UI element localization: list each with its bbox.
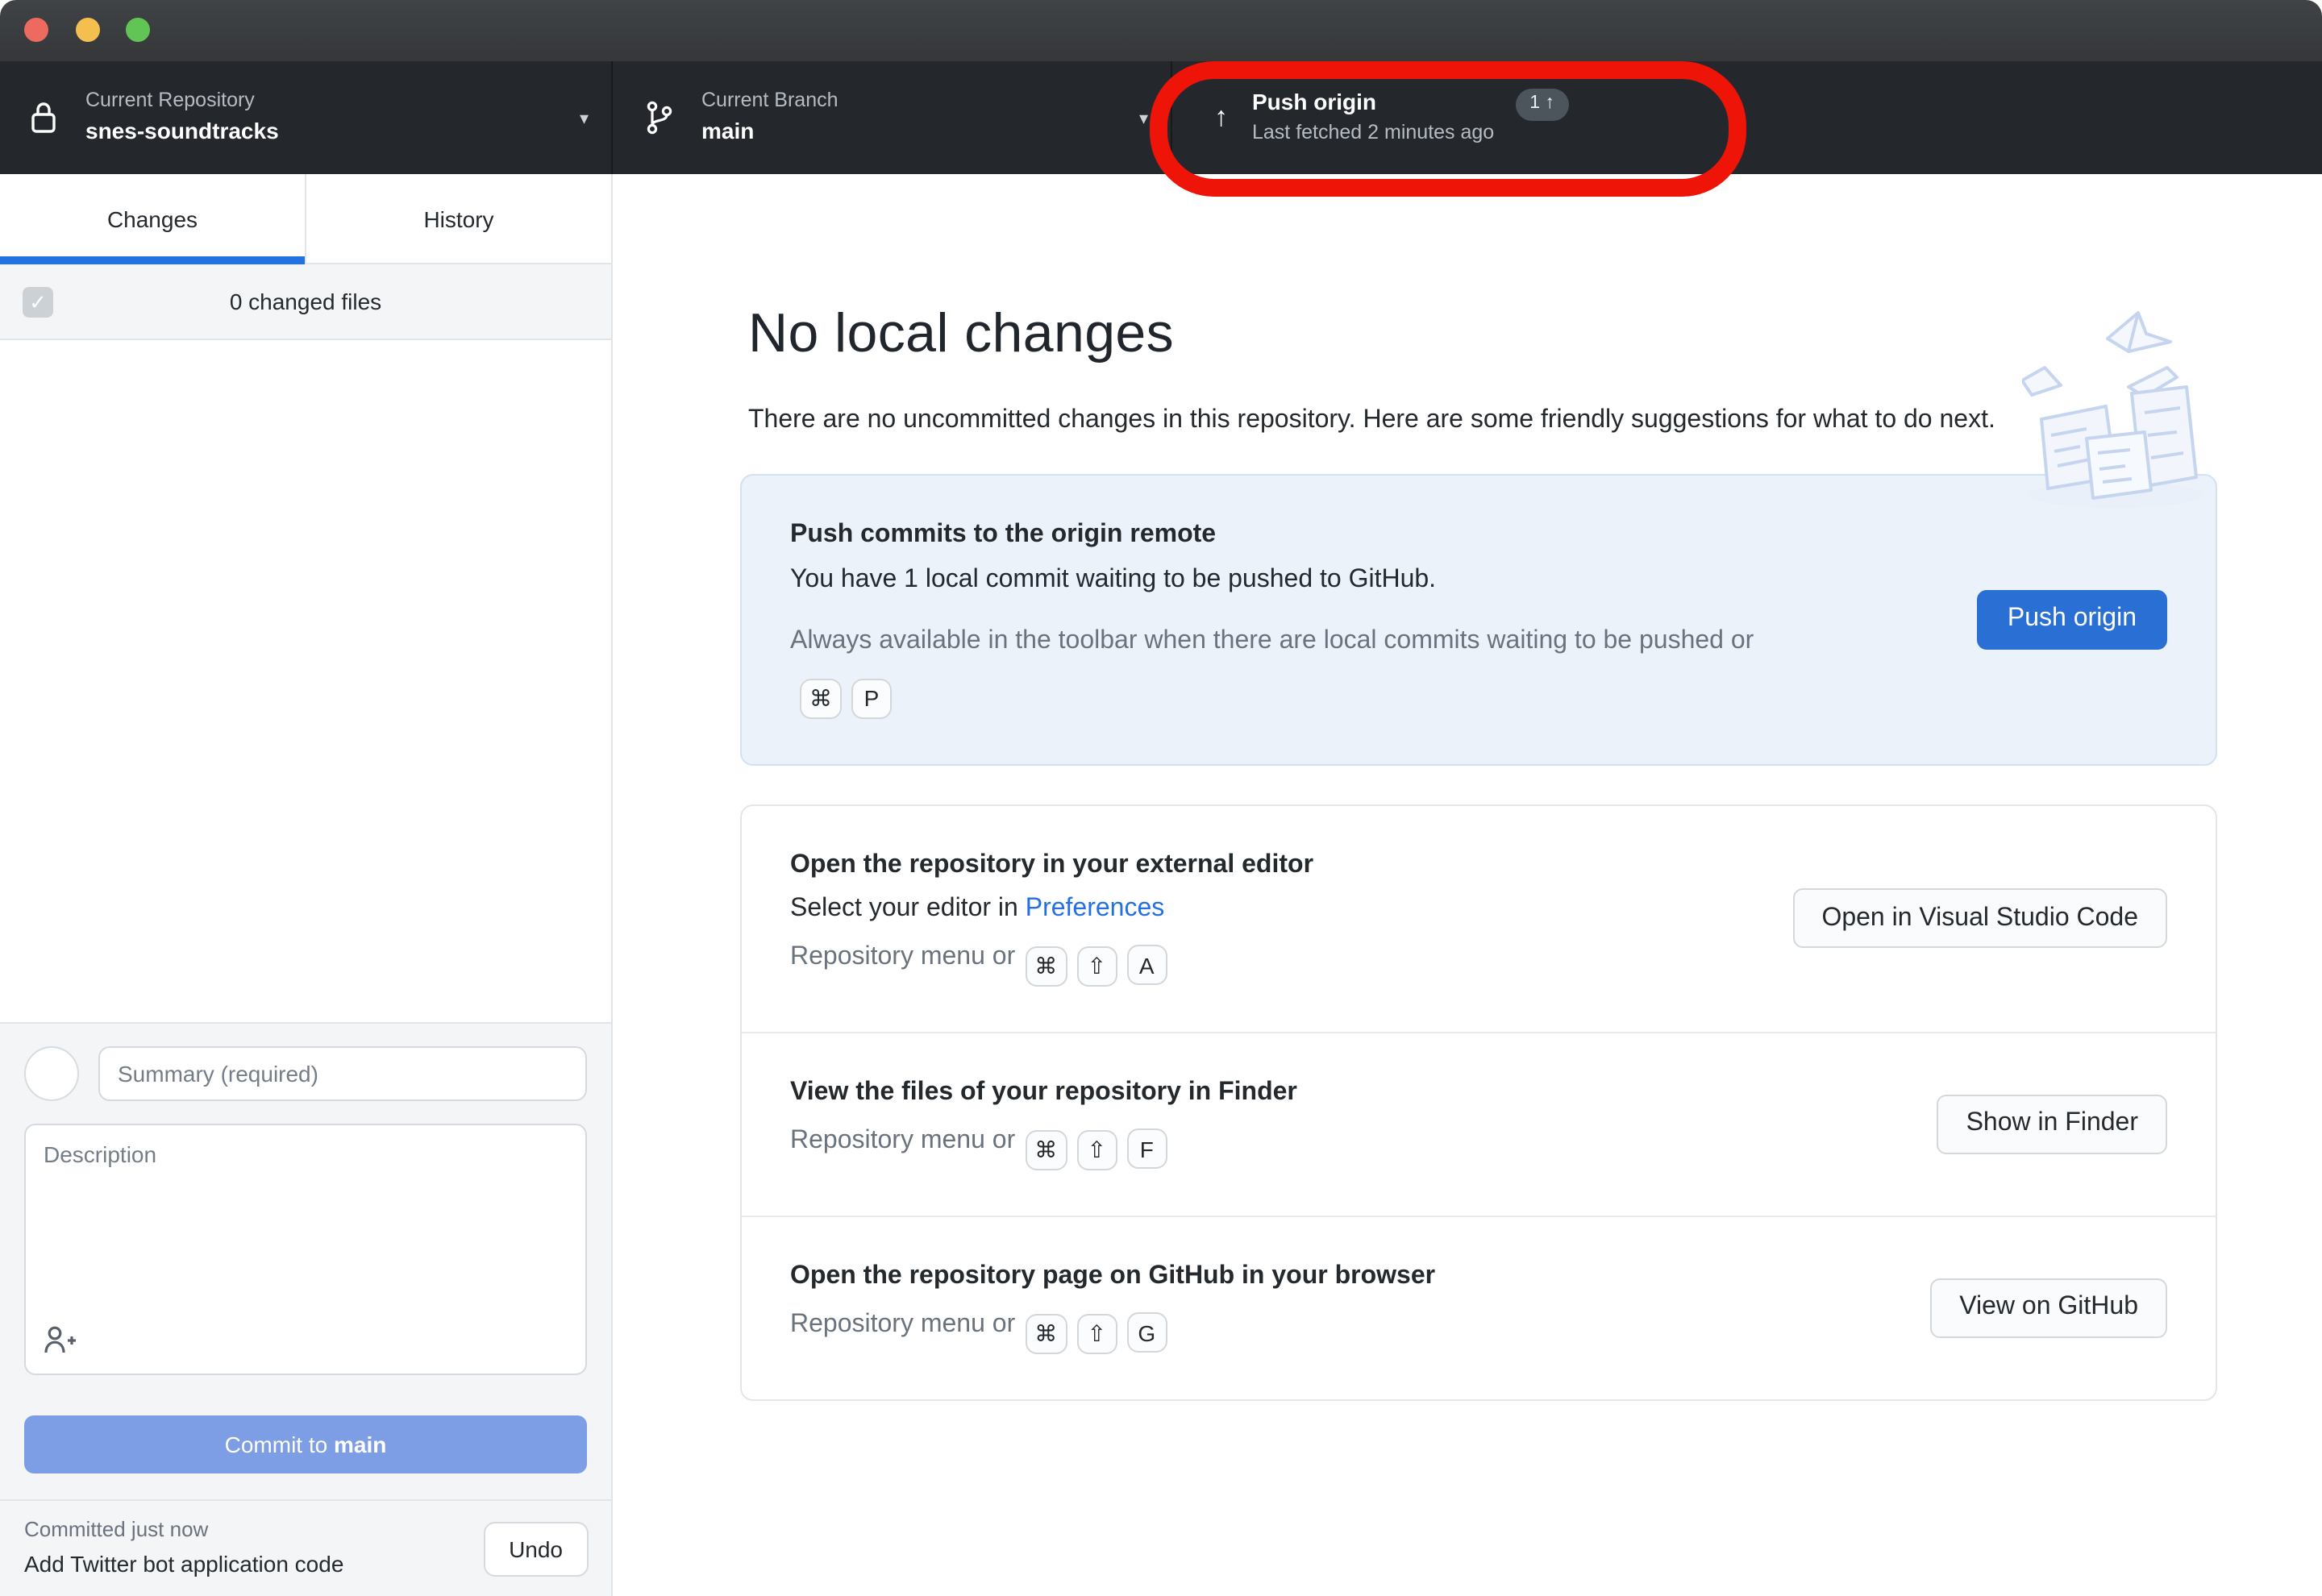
- p-key: P: [851, 679, 892, 719]
- changes-list-empty: [0, 340, 611, 1022]
- current-branch-dropdown[interactable]: Current Branch main ▾: [613, 61, 1172, 174]
- commit-to-branch-button[interactable]: Commit to main: [24, 1415, 587, 1473]
- row-title: Open the repository in your external edi…: [790, 851, 1747, 880]
- show-in-finder-button[interactable]: Show in Finder: [1937, 1095, 2167, 1154]
- push-card-body: You have 1 local commit waiting to be pu…: [790, 566, 1932, 595]
- sidebar-tabs: Changes History: [0, 174, 611, 264]
- check-icon: ✓: [29, 289, 47, 315]
- open-in-editor-button[interactable]: Open in Visual Studio Code: [1792, 889, 2167, 949]
- row-title: View the files of your repository in Fin…: [790, 1079, 1892, 1108]
- push-suggestion-card: Push commits to the origin remote You ha…: [740, 474, 2217, 766]
- lock-icon: [26, 98, 61, 137]
- changed-files-count: 0 changed files: [230, 289, 381, 314]
- shift-key: ⇧: [1076, 946, 1117, 987]
- chevron-down-icon: ▾: [580, 107, 589, 128]
- current-repository-dropdown[interactable]: Current Repository snes-soundtracks ▾: [0, 61, 613, 174]
- arrow-up-icon: ↑: [1214, 102, 1228, 134]
- content: Changes History ✓ 0 changed files: [0, 174, 2322, 1596]
- current-branch-name: main: [701, 118, 838, 146]
- view-on-github-button[interactable]: View on GitHub: [1930, 1278, 2167, 1338]
- push-card-hint: Always available in the toolbar when the…: [790, 617, 1758, 719]
- current-repository-label: Current Repository: [85, 89, 279, 114]
- github-desktop-window: Current Repository snes-soundtracks ▾ Cu…: [0, 0, 2322, 1596]
- changed-files-header: ✓ 0 changed files: [0, 264, 611, 340]
- git-branch-icon: [642, 98, 677, 137]
- commit-form: Commit to main: [0, 1022, 611, 1499]
- suggestion-row-github: Open the repository page on GitHub in yo…: [742, 1216, 2216, 1399]
- a-key: A: [1126, 946, 1167, 986]
- suggestion-row-external-editor: Open the repository in your external edi…: [742, 806, 2216, 1032]
- add-coauthor-icon[interactable]: [42, 1324, 77, 1364]
- toolbar: Current Repository snes-soundtracks ▾ Cu…: [0, 61, 2322, 174]
- sidebar: Changes History ✓ 0 changed files: [0, 174, 613, 1596]
- push-origin-toolbar-button[interactable]: ↑ Push origin Last fetched 2 minutes ago…: [1172, 61, 1772, 174]
- current-branch-label: Current Branch: [701, 89, 838, 114]
- ahead-commits-badge: 1 ↑: [1515, 89, 1569, 121]
- avatar: [24, 1046, 79, 1101]
- g-key: G: [1126, 1313, 1167, 1353]
- cmd-key: ⌘: [1025, 1314, 1067, 1354]
- f-key: F: [1126, 1129, 1167, 1170]
- commit-summary-input[interactable]: [98, 1046, 587, 1101]
- cmd-key: ⌘: [1025, 1130, 1067, 1170]
- minimize-button[interactable]: [76, 18, 100, 42]
- push-origin-subtitle: Last fetched 2 minutes ago: [1252, 122, 1494, 147]
- paper-stack-illustration: [2022, 303, 2212, 513]
- tab-changes[interactable]: Changes: [0, 174, 305, 264]
- page-subtitle: There are no uncommitted changes in this…: [748, 401, 2087, 442]
- shift-key: ⇧: [1076, 1130, 1117, 1170]
- push-origin-button[interactable]: Push origin: [1977, 590, 2167, 650]
- push-card-title: Push commits to the origin remote: [790, 521, 1932, 550]
- current-repository-name: snes-soundtracks: [85, 118, 279, 146]
- zoom-button[interactable]: [126, 18, 150, 42]
- suggestion-row-finder: View the files of your repository in Fin…: [742, 1032, 2216, 1216]
- row-title: Open the repository page on GitHub in yo…: [790, 1262, 1885, 1291]
- tab-history[interactable]: History: [305, 174, 611, 264]
- close-button[interactable]: [24, 18, 48, 42]
- chevron-down-icon: ▾: [1139, 107, 1148, 128]
- select-all-checkbox[interactable]: ✓: [23, 287, 53, 318]
- cmd-key: ⌘: [1025, 946, 1067, 987]
- shift-key: ⇧: [1076, 1314, 1117, 1354]
- undo-commit-bar: Committed just now Add Twitter bot appli…: [0, 1499, 611, 1596]
- push-origin-title: Push origin: [1252, 89, 1494, 117]
- preferences-link[interactable]: Preferences: [1026, 895, 1165, 922]
- suggestions-card: Open the repository in your external edi…: [740, 804, 2217, 1401]
- titlebar: [0, 0, 2322, 61]
- cmd-key: ⌘: [800, 679, 842, 719]
- main-panel: No local changes There are no uncommitte…: [613, 174, 2322, 1596]
- commit-description-input[interactable]: [24, 1124, 587, 1375]
- undo-button[interactable]: Undo: [483, 1522, 589, 1577]
